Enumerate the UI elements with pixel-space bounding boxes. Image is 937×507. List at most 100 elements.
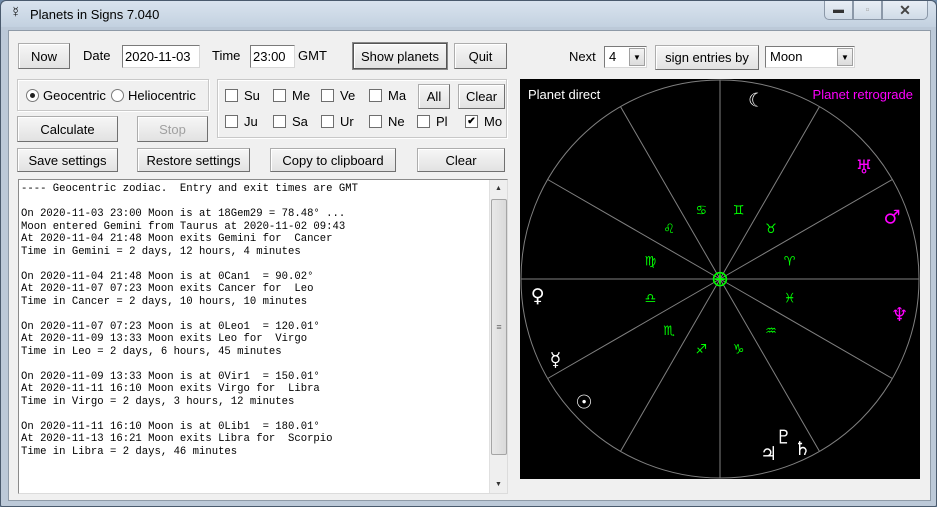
results-textarea[interactable]: ---- Geocentric zodiac. Entry and exit t… — [18, 179, 508, 494]
planet-select-value: Moon — [770, 49, 803, 64]
maximize-icon: ▫ — [865, 4, 870, 16]
chevron-down-icon[interactable]: ▼ — [629, 48, 645, 66]
checkbox-pl[interactable]: Pl — [417, 114, 448, 129]
scrollbar-thumb[interactable]: ≡ — [491, 199, 507, 455]
sign-boundary-line — [719, 278, 820, 452]
sign-pisces-icon: ♓ — [784, 292, 796, 307]
app-window: ☿ Planets in Signs 7.040 ▬ ▫ ✕ Now Date … — [0, 0, 937, 507]
planet-sun-icon: ☉ — [575, 391, 592, 413]
sign-boundary-line — [547, 179, 721, 280]
checkbox-ve[interactable]: Ve — [321, 88, 355, 103]
planet-select[interactable]: Moon ▼ — [765, 46, 855, 68]
chevron-down-icon[interactable]: ▼ — [837, 48, 853, 66]
planet-retrograde-label: Planet retrograde — [813, 87, 913, 102]
results-text: ---- Geocentric zodiac. Entry and exit t… — [21, 183, 358, 458]
show-planets-button[interactable]: Show planets — [353, 43, 447, 69]
now-button[interactable]: Now — [18, 43, 70, 69]
window-title: Planets in Signs 7.040 — [30, 7, 160, 22]
checkbox-label: Ur — [340, 114, 354, 129]
minimize-icon: ▬ — [833, 4, 844, 16]
radio-selected-icon — [26, 89, 39, 102]
checkbox-icon — [225, 89, 238, 102]
sign-boundary-line — [719, 278, 893, 379]
planet-mars-icon: ♂ — [883, 206, 900, 228]
checkbox-label: Me — [292, 88, 311, 103]
close-icon: ✕ — [899, 1, 911, 18]
checkbox-icon — [321, 89, 334, 102]
geocentric-label: Geocentric — [43, 88, 106, 103]
next-count-select[interactable]: 4 ▼ — [604, 46, 647, 68]
all-planets-button[interactable]: All — [418, 84, 450, 109]
time-field[interactable] — [250, 45, 295, 68]
checkbox-me[interactable]: Me — [273, 88, 310, 103]
planet-venus-icon: ♀ — [531, 285, 545, 307]
planet-direct-label: Planet direct — [528, 87, 601, 102]
planet-pluto-icon: ♇ — [775, 427, 792, 449]
planet-neptune-icon: ♆ — [891, 304, 908, 326]
heliocentric-label: Heliocentric — [128, 88, 196, 103]
minimize-button[interactable]: ▬ — [824, 1, 853, 20]
checkbox-label: Ju — [244, 114, 258, 129]
vertical-scrollbar[interactable]: ▲ ≡ ▼ — [489, 180, 507, 493]
clear-planets-button[interactable]: Clear — [458, 84, 505, 109]
sign-entries-by-button[interactable]: sign entries by — [655, 45, 759, 70]
checkbox-icon — [369, 115, 382, 128]
mercury-app-icon: ☿ — [10, 4, 22, 21]
heliocentric-radio[interactable]: Heliocentric — [111, 88, 196, 103]
checkbox-sa[interactable]: Sa — [273, 114, 308, 129]
checkbox-ma[interactable]: Ma — [369, 88, 406, 103]
earth-center-icon: ⊕ — [711, 267, 729, 292]
caption-buttons: ▬ ▫ ✕ — [824, 1, 928, 20]
timezone-label: GMT — [298, 48, 327, 63]
sign-boundary-line — [620, 278, 721, 452]
close-button[interactable]: ✕ — [882, 1, 928, 20]
sign-sagittarius-icon: ♐ — [696, 343, 708, 358]
sign-libra-icon: ♎ — [645, 292, 657, 307]
grip-icon: ≡ — [496, 322, 502, 332]
zodiac-wheel-panel: Planet direct Planet retrograde ♈ ♉ ♊ ♋ ♌ ♍ ♎ ♏… — [520, 79, 920, 479]
planet-uranus-icon: ♅ — [856, 156, 873, 178]
sign-boundary-line — [547, 278, 721, 379]
planet-mercury-icon: ☿ — [550, 349, 562, 371]
checkbox-icon — [369, 89, 382, 102]
checkbox-icon — [417, 115, 430, 128]
scroll-up-arrow-icon[interactable]: ▲ — [490, 180, 507, 197]
geocentric-radio[interactable]: Geocentric — [26, 88, 106, 103]
sign-capricorn-icon: ♑ — [733, 343, 745, 358]
checkbox-ne[interactable]: Ne — [369, 114, 405, 129]
sign-boundary-line — [719, 179, 893, 280]
checkbox-mo[interactable]: ✔ Mo — [465, 114, 502, 129]
checkbox-icon — [321, 115, 334, 128]
sign-scorpio-icon: ♏ — [663, 324, 675, 339]
checkbox-label: Mo — [484, 114, 503, 129]
copy-to-clipboard-button[interactable]: Copy to clipboard — [270, 148, 396, 172]
zodiac-mode-group: Geocentric Heliocentric — [17, 79, 209, 111]
checkmark-icon: ✔ — [465, 115, 478, 128]
save-settings-button[interactable]: Save settings — [17, 148, 118, 172]
checkbox-icon — [273, 89, 286, 102]
sign-boundary-line — [620, 106, 721, 280]
title-bar: ☿ Planets in Signs 7.040 ▬ ▫ ✕ — [1, 1, 936, 27]
sign-cancer-icon: ♋ — [696, 203, 708, 218]
calculate-button[interactable]: Calculate — [17, 116, 118, 142]
planet-moon-icon: ☾ — [748, 90, 765, 112]
date-label: Date — [83, 48, 111, 63]
client-area: Now Date Time GMT Show planets Quit Next… — [8, 30, 931, 501]
checkbox-label: Ma — [388, 88, 407, 103]
sign-boundary-line — [719, 106, 820, 280]
scroll-down-arrow-icon[interactable]: ▼ — [490, 476, 507, 493]
restore-settings-button[interactable]: Restore settings — [137, 148, 250, 172]
next-label: Next — [569, 49, 596, 64]
checkbox-icon — [225, 115, 238, 128]
checkbox-ur[interactable]: Ur — [321, 114, 354, 129]
checkbox-ju[interactable]: Ju — [225, 114, 258, 129]
maximize-button[interactable]: ▫ — [853, 1, 882, 20]
clear-output-button[interactable]: Clear — [417, 148, 505, 172]
checkbox-label: Sa — [292, 114, 308, 129]
date-field[interactable] — [122, 45, 200, 68]
checkbox-icon — [273, 115, 286, 128]
checkbox-su[interactable]: Su — [225, 88, 260, 103]
quit-button[interactable]: Quit — [454, 43, 507, 69]
stop-button[interactable]: Stop — [137, 116, 208, 142]
time-label: Time — [212, 48, 241, 63]
